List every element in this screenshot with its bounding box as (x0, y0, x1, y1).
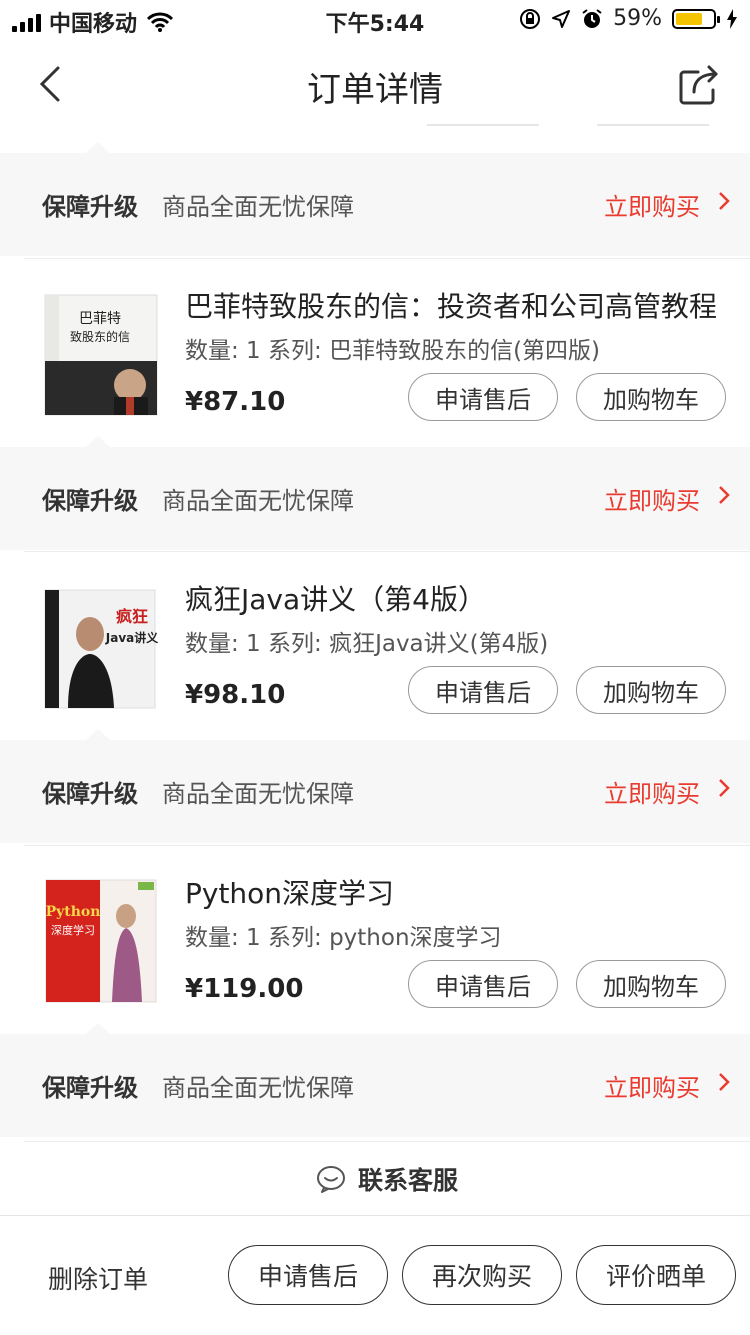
carrier-label: 中国移动 (49, 12, 138, 37)
bottom-action-bar: 删除订单 申请售后 再次购买 评价晒单 (0, 1215, 750, 1335)
product-meta: 数量: 1 系列: python深度学习 (185, 925, 502, 951)
add-to-cart-button[interactable]: 加购物车 (576, 666, 726, 714)
add-to-cart-button[interactable]: 加购物车 (576, 960, 726, 1008)
after-sale-button[interactable]: 申请售后 (228, 1245, 388, 1305)
svg-text:Python: Python (46, 904, 101, 920)
product-title[interactable]: 巴菲特致股东的信：投资者和公司高管教程 (185, 285, 725, 325)
chevron-right-icon[interactable] (718, 776, 730, 800)
page-title: 订单详情 (307, 70, 443, 110)
chevron-right-icon[interactable] (718, 483, 730, 507)
buy-now-link[interactable]: 立即购买 (604, 481, 700, 516)
buy-again-button[interactable]: 再次购买 (402, 1245, 562, 1305)
order-item[interactable]: 疯狂 Java讲义 疯狂Java讲义（第4版） 数量: 1 系列: 疯狂Java… (24, 551, 750, 742)
location-icon (552, 9, 571, 28)
guarantee-desc: 商品全面无忧保障 (162, 193, 354, 221)
svg-text:深度学习: 深度学习 (51, 923, 95, 937)
book-cover-java[interactable]: 疯狂 Java讲义 (42, 582, 162, 712)
battery-percent: 59% (613, 6, 662, 31)
order-item[interactable]: 巴菲特 致股东的信 巴菲特致股东的信：投资者和公司高管教程 数量: 1 系列: … (24, 258, 750, 449)
share-icon[interactable] (676, 60, 722, 108)
alarm-icon (582, 8, 602, 28)
product-title[interactable]: Python深度学习 (185, 872, 725, 912)
svg-text:致股东的信: 致股东的信 (70, 329, 130, 344)
product-price: ¥98.10 (185, 680, 286, 710)
guarantee-desc: 商品全面无忧保障 (162, 780, 354, 808)
guarantee-bar: 保障升级 商品全面无忧保障 立即购买 (0, 729, 750, 843)
guarantee-bar: 保障升级 商品全面无忧保障 立即购买 (0, 1023, 750, 1137)
book-cover-buffett[interactable]: 巴菲特 致股东的信 (42, 289, 162, 419)
guarantee-title: 保障升级 (42, 487, 138, 515)
chevron-right-icon[interactable] (718, 1070, 730, 1094)
review-button[interactable]: 评价晒单 (576, 1245, 736, 1305)
charging-icon (727, 8, 737, 29)
after-sale-button[interactable]: 申请售后 (408, 960, 558, 1008)
chat-icon (316, 1166, 345, 1193)
buy-now-link[interactable]: 立即购买 (604, 774, 700, 809)
delete-order-button[interactable]: 删除订单 (48, 1260, 148, 1296)
rotation-lock-icon (520, 8, 541, 29)
chevron-right-icon[interactable] (718, 189, 730, 213)
product-price: ¥87.10 (185, 387, 286, 417)
add-to-cart-button[interactable]: 加购物车 (576, 373, 726, 421)
product-title[interactable]: 疯狂Java讲义（第4版） (185, 578, 725, 618)
product-meta: 数量: 1 系列: 疯狂Java讲义(第4版) (185, 631, 549, 657)
guarantee-desc: 商品全面无忧保障 (162, 1074, 354, 1102)
svg-text:疯狂: 疯狂 (116, 607, 148, 626)
buy-now-link[interactable]: 立即购买 (604, 187, 700, 222)
battery-icon (672, 8, 720, 29)
after-sale-button[interactable]: 申请售后 (408, 373, 558, 421)
book-cover-python[interactable]: Python 深度学习 (42, 876, 162, 1006)
buy-now-link[interactable]: 立即购买 (604, 1068, 700, 1103)
wifi-icon (147, 12, 174, 32)
guarantee-bar: 保障升级 商品全面无忧保障 立即购买 (0, 142, 750, 256)
tab-peek (597, 124, 709, 134)
contact-service-label: 联系客服 (357, 1166, 458, 1195)
guarantee-desc: 商品全面无忧保障 (162, 487, 354, 515)
guarantee-bar: 保障升级 商品全面无忧保障 立即购买 (0, 436, 750, 550)
product-price: ¥119.00 (185, 974, 304, 1004)
guarantee-title: 保障升级 (42, 193, 138, 221)
guarantee-title: 保障升级 (42, 1074, 138, 1102)
nav-bar: 订单详情 (0, 40, 750, 128)
svg-text:Java讲义: Java讲义 (105, 630, 159, 645)
guarantee-title: 保障升级 (42, 780, 138, 808)
svg-text:巴菲特: 巴菲特 (79, 311, 121, 327)
order-item[interactable]: Python 深度学习 Python深度学习 数量: 1 系列: python深… (24, 845, 750, 1036)
after-sale-button[interactable]: 申请售后 (408, 666, 558, 714)
contact-service-button[interactable]: 联系客服 (24, 1141, 750, 1216)
signal-icon (12, 12, 41, 32)
tab-peek (427, 124, 539, 134)
status-bar: 中国移动 下午5:44 59% (0, 0, 750, 40)
product-meta: 数量: 1 系列: 巴菲特致股东的信(第四版) (185, 338, 601, 364)
